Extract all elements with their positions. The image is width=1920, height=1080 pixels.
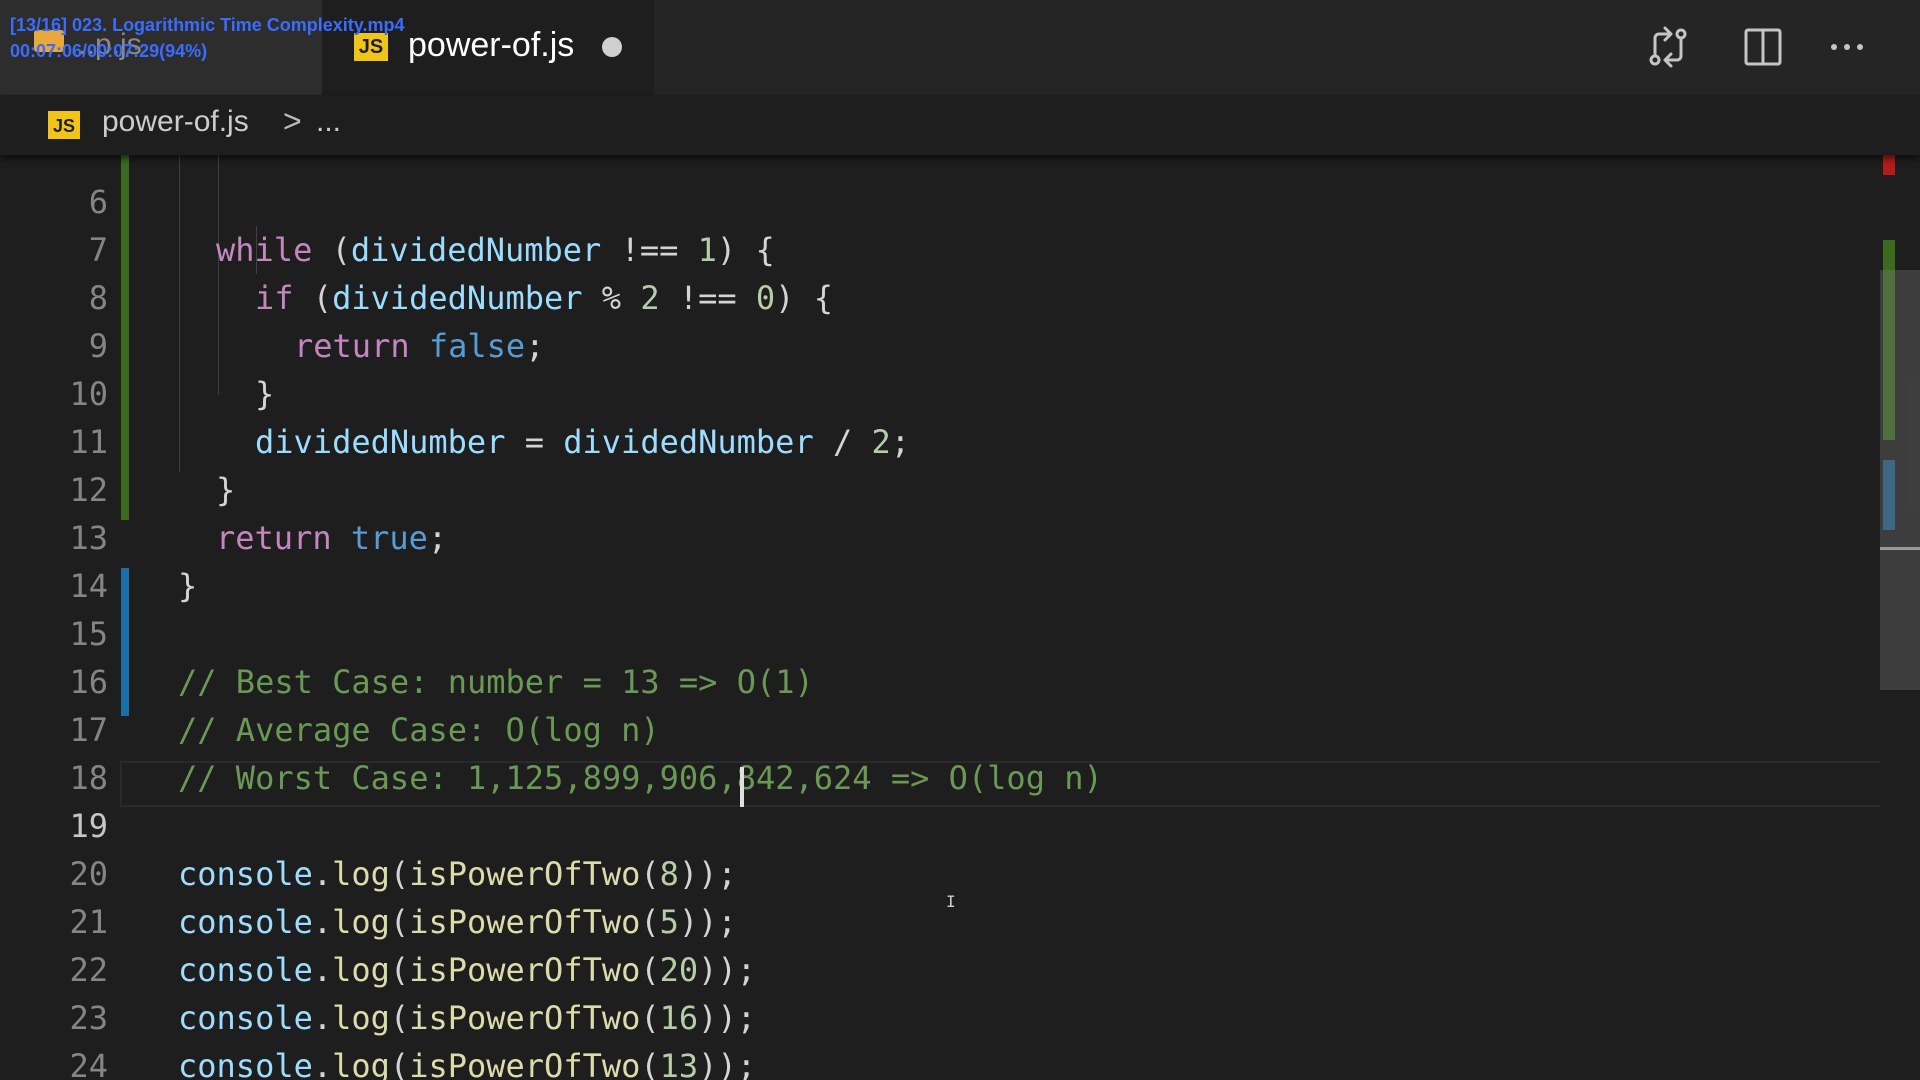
- code-line: 10 dividedNumber = dividedNumber / 2;: [0, 322, 1880, 461]
- error-marker: [1883, 155, 1895, 175]
- code-line: 8 return false;: [0, 226, 1880, 365]
- scrollbar-thumb[interactable]: [1880, 270, 1920, 690]
- code-text: console.log(isPowerOfTwo(13));: [178, 1047, 756, 1080]
- code-line: 16 // Average Case: O(log n): [0, 610, 1880, 749]
- text-cursor: [740, 767, 744, 807]
- cursor-position-marker: [1880, 547, 1920, 550]
- git-compare-icon[interactable]: [1643, 22, 1693, 72]
- more-actions-icon[interactable]: [1822, 22, 1872, 72]
- code-line: 15 // Best Case: number = 13 => O(1): [0, 562, 1880, 701]
- breadcrumb-symbols[interactable]: ...: [316, 105, 341, 139]
- code-line: 14: [0, 514, 1880, 605]
- code-line: 22 console.log(isPowerOfTwo(16));: [0, 898, 1880, 1037]
- video-overlay: [13/16] 023. Logarithmic Time Complexity…: [10, 12, 404, 64]
- code-line: 17 // Worst Case: 1,125,899,906,842,624 …: [0, 658, 1880, 797]
- code-line: 20 console.log(isPowerOfTwo(5));: [0, 802, 1880, 941]
- breadcrumb: JS power-of.js > ...: [0, 95, 1920, 155]
- code-line: 6 while (dividedNumber !== 1) {: [0, 155, 1880, 269]
- breadcrumb-chevron-icon: >: [283, 103, 302, 139]
- tab-title: power-of.js: [408, 26, 575, 64]
- code-line: 11 }: [0, 370, 1880, 509]
- breadcrumb-file[interactable]: power-of.js: [102, 105, 249, 139]
- javascript-file-icon: JS: [48, 111, 80, 139]
- code-line: 9 }: [0, 274, 1880, 413]
- code-editor[interactable]: 6 while (dividedNumber !== 1) { 7 if (di…: [0, 155, 1880, 1080]
- code-line: 21 console.log(isPowerOfTwo(20));: [0, 850, 1880, 989]
- code-line: 7 if (dividedNumber % 2 !== 0) {: [0, 178, 1880, 317]
- code-line: 23 console.log(isPowerOfTwo(13));: [0, 946, 1880, 1080]
- video-time-label: 00:07:06/00:07:29(94%): [10, 41, 208, 61]
- mouse-ibeam-icon: I: [946, 892, 956, 911]
- unsaved-dot-icon[interactable]: [602, 37, 622, 57]
- line-number: 24: [69, 1047, 108, 1080]
- code-line: 18: [0, 706, 1880, 797]
- code-line: 12 return true;: [0, 418, 1880, 557]
- code-line: 19 console.log(isPowerOfTwo(8));: [0, 754, 1880, 893]
- code-line: 24: [0, 994, 1880, 1080]
- split-editor-icon[interactable]: [1738, 22, 1788, 72]
- video-file-label: [13/16] 023. Logarithmic Time Complexity…: [10, 15, 405, 35]
- code-line: 13 }: [0, 466, 1880, 605]
